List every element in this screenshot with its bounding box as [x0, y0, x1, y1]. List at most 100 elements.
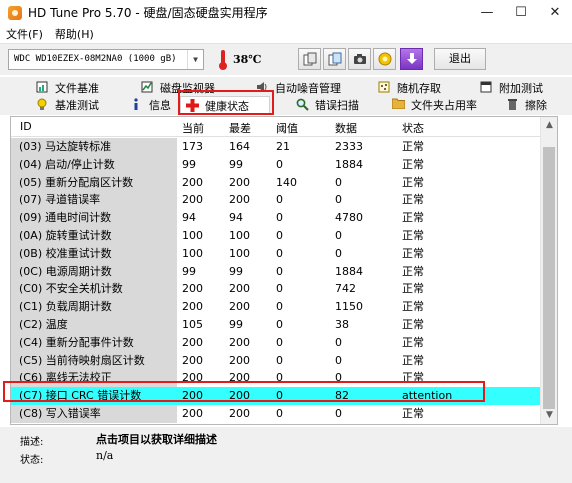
- cell-worst: 99: [229, 317, 243, 331]
- cell-data: 0: [335, 353, 342, 367]
- tab-label: 错误扫描: [315, 99, 359, 112]
- cell-data: 0: [335, 406, 342, 420]
- cell-current: 100: [182, 228, 203, 242]
- cell-data: 0: [335, 246, 342, 260]
- chevron-down-icon[interactable]: ▼: [187, 50, 203, 69]
- table-row[interactable]: (03) 马达旋转标准 173 164 21 2333 正常: [11, 138, 541, 156]
- extra-tests-icon: [479, 81, 493, 95]
- tab-file-benchmark[interactable]: 文件基准: [30, 79, 120, 97]
- cell-data: 4780: [335, 211, 363, 225]
- copy-screenshot-icon[interactable]: [323, 48, 346, 70]
- download-icon[interactable]: [400, 48, 423, 70]
- table-row[interactable]: (0C) 电源周期计数 99 99 0 1884 正常: [11, 262, 541, 281]
- cell-id: (0C) 电源周期计数: [11, 262, 177, 281]
- menu-bar: 文件(F) 帮助(H): [0, 25, 572, 43]
- minimize-button[interactable]: —: [470, 0, 504, 25]
- cell-data: 0: [335, 228, 342, 242]
- menu-help[interactable]: 帮助(H): [49, 26, 100, 42]
- cell-status: 正常: [402, 140, 424, 153]
- cell-data: 742: [335, 282, 356, 296]
- lightbulb-icon: [35, 98, 49, 112]
- thermometer-icon: [218, 50, 228, 70]
- table-row[interactable]: (0B) 校准重试计数 100 100 0 0 正常: [11, 244, 541, 263]
- file-benchmark-icon: [35, 81, 49, 95]
- table-row[interactable]: (C8) 写入错误率 200 200 0 0 正常: [11, 404, 541, 423]
- options-icon[interactable]: [373, 48, 396, 70]
- cell-current: 200: [182, 335, 203, 349]
- details-footer: 描述: 点击项目以获取详细描述 状态: n/a: [0, 427, 572, 483]
- cell-worst: 94: [229, 211, 243, 225]
- cell-worst: 200: [229, 335, 250, 349]
- cell-current: 99: [182, 264, 196, 278]
- cell-id: (04) 启动/停止计数: [11, 155, 177, 174]
- column-header-current: 当前: [182, 122, 204, 135]
- tab-benchmark[interactable]: 基准测试: [30, 96, 120, 114]
- close-button[interactable]: ✕: [538, 0, 572, 25]
- drive-select-value: WDC WD10EZEX-08M2NA0 (1000 gB): [14, 54, 177, 64]
- table-header: ID 当前 最差 阈值 数据 状态: [11, 117, 541, 137]
- maximize-button[interactable]: ☐: [504, 0, 538, 25]
- cell-threshold: 140: [276, 175, 297, 189]
- table-row[interactable]: (C1) 负载周期计数 200 200 0 1150 正常: [11, 298, 541, 316]
- cell-current: 200: [182, 300, 203, 314]
- cell-threshold: 0: [276, 246, 283, 260]
- tab-label: 自动噪音管理: [275, 82, 341, 95]
- disk-monitor-icon: [140, 81, 154, 95]
- cell-current: 200: [182, 353, 203, 367]
- table-row[interactable]: (C4) 重新分配事件计数 200 200 0 0 正常: [11, 333, 541, 352]
- drive-select[interactable]: WDC WD10EZEX-08M2NA0 (1000 gB) ▼: [8, 49, 204, 70]
- window-title: HD Tune Pro 5.70 - 硬盘/固态硬盘实用程序: [28, 6, 268, 20]
- table-row[interactable]: (05) 重新分配扇区计数 200 200 140 0 正常: [11, 173, 541, 192]
- cell-current: 100: [182, 246, 203, 260]
- cell-data: 1150: [335, 300, 363, 314]
- tab-label: 文件夹占用率: [411, 99, 477, 112]
- cell-threshold: 0: [276, 157, 283, 171]
- vertical-scrollbar[interactable]: ▲ ▼: [540, 117, 557, 424]
- cell-id: (03) 马达旋转标准: [11, 138, 177, 156]
- cell-status: 正常: [402, 282, 424, 296]
- tab-folder-usage[interactable]: 文件夹占用率: [386, 96, 486, 114]
- tab-erase[interactable]: 擦除: [500, 96, 564, 114]
- table-row[interactable]: (0A) 旋转重试计数 100 100 0 0 正常: [11, 226, 541, 245]
- table-row[interactable]: (C0) 不安全关机计数 200 200 0 742 正常: [11, 280, 541, 299]
- tab-label: 随机存取: [397, 82, 441, 95]
- tab-extra-tests[interactable]: 附加测试: [474, 79, 564, 97]
- selected-row-highlight: [3, 381, 485, 402]
- tab-random-access[interactable]: 随机存取: [372, 79, 462, 97]
- scrollbar-thumb[interactable]: [543, 147, 555, 409]
- cell-current: 200: [182, 406, 203, 420]
- cell-worst: 99: [229, 157, 243, 171]
- description-value: 点击项目以获取详细描述: [96, 433, 217, 446]
- tab-error-scan[interactable]: 错误扫描: [290, 96, 380, 114]
- cell-current: 200: [182, 193, 203, 207]
- cell-id: (C4) 重新分配事件计数: [11, 333, 177, 352]
- camera-icon[interactable]: [348, 48, 371, 70]
- scroll-down-icon[interactable]: ▼: [541, 407, 558, 424]
- cell-threshold: 21: [276, 140, 290, 153]
- cell-worst: 200: [229, 175, 250, 189]
- cell-status: 正常: [402, 211, 424, 225]
- status-value: n/a: [96, 449, 114, 462]
- cell-data: 0: [335, 175, 342, 189]
- table-row[interactable]: (C2) 温度 105 99 0 38 正常: [11, 315, 541, 334]
- cell-id: (C2) 温度: [11, 315, 177, 334]
- tab-info[interactable]: 信息: [124, 96, 174, 114]
- menu-file[interactable]: 文件(F): [0, 26, 49, 42]
- table-row[interactable]: (04) 启动/停止计数 99 99 0 1884 正常: [11, 155, 541, 174]
- cell-id: (05) 重新分配扇区计数: [11, 173, 177, 192]
- scroll-up-icon[interactable]: ▲: [541, 117, 558, 134]
- column-header-data: 数据: [335, 122, 357, 135]
- cell-threshold: 0: [276, 353, 283, 367]
- table-row[interactable]: (C5) 当前待映射扇区计数 200 200 0 0 正常: [11, 351, 541, 370]
- exit-button[interactable]: 退出: [434, 48, 486, 70]
- copy-text-icon[interactable]: [298, 48, 321, 70]
- cell-current: 94: [182, 211, 196, 225]
- tab-strip: 文件基准 磁盘监视器 自动噪音管理 随机存取 附加测试 基准测试 信息 健康状态: [0, 77, 572, 115]
- table-row[interactable]: (09) 通电时间计数 94 94 0 4780 正常: [11, 209, 541, 227]
- cell-status: 正常: [402, 335, 424, 349]
- cell-threshold: 0: [276, 193, 283, 207]
- temperature-readout: 38℃: [233, 53, 262, 66]
- cell-threshold: 0: [276, 317, 283, 331]
- table-row[interactable]: (07) 寻道错误率 200 200 0 0 正常: [11, 191, 541, 210]
- cell-id: (C8) 写入错误率: [11, 404, 177, 423]
